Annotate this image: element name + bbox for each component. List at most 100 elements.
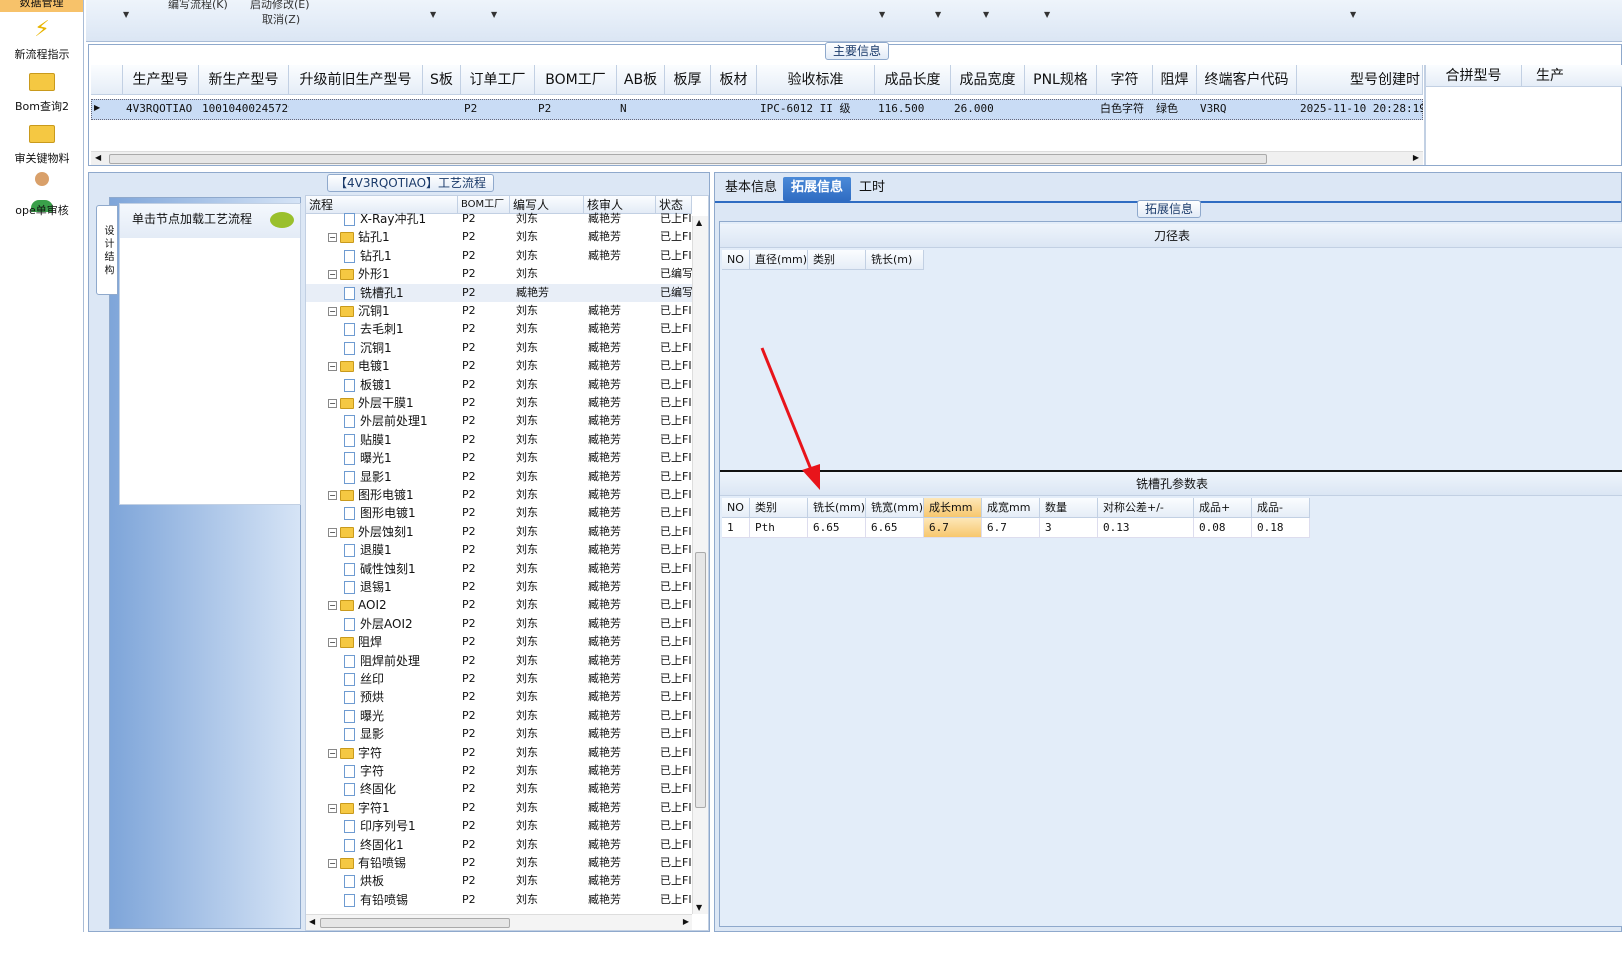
scroll-left-icon[interactable]: ◀ [309,917,315,926]
scroll-thumb[interactable] [695,552,706,808]
col-header[interactable]: 生产 [1522,65,1622,87]
table-cell[interactable]: 0.08 [1194,518,1252,538]
scroll-left-icon[interactable]: ◀ [95,153,101,162]
col-header[interactable]: NO [722,498,750,518]
tab-basic-info[interactable]: 基本信息 [717,177,785,201]
table-cell[interactable]: 6.65 [866,518,924,538]
col-header[interactable]: 型号创建时 [1297,65,1423,95]
vertical-scrollbar[interactable]: ▲ ▼ [692,216,708,914]
col-header[interactable]: 终端客户代码 [1197,65,1297,95]
tree-row[interactable]: 曝光1 P2 刘东 臧艳芳 已上FI [306,449,708,467]
tree-row[interactable]: 沉铜1 P2 刘东 臧艳芳 已上FI [306,339,708,357]
tree-row[interactable]: − 阻焊 P2 刘东 臧艳芳 已上FI [306,633,708,651]
tree-row[interactable]: 烘板 P2 刘东 臧艳芳 已上FI [306,872,708,890]
tree-row[interactable]: 显影1 P2 刘东 臧艳芳 已上FI [306,468,708,486]
col-header[interactable]: 字符 [1097,65,1153,95]
tree-row[interactable]: 外层AOI2 P2 刘东 臧艳芳 已上FI [306,615,708,633]
tree-row[interactable]: − 字符1 P2 刘东 臧艳芳 已上FI [306,799,708,817]
collapse-icon[interactable]: − [328,601,337,611]
horizontal-scrollbar[interactable]: ◀ ▶ [306,914,692,930]
tree-row[interactable]: 预烘 P2 刘东 臧艳芳 已上FI [306,688,708,706]
tab-work-hours[interactable]: 工时 [851,177,893,201]
tree-row[interactable]: − AOI2 P2 刘东 臧艳芳 已上FI [306,596,708,614]
tree-row[interactable]: − 外层干膜1 P2 刘东 臧艳芳 已上FI [306,394,708,412]
col-header[interactable]: 数量 [1040,498,1098,518]
nav-item-key-material[interactable]: 审关键物料 [0,118,84,166]
cancel-button[interactable]: 取消(Z) [262,11,300,27]
collapse-icon[interactable]: − [328,362,337,372]
table-cell[interactable]: 1 [722,518,750,538]
scroll-thumb[interactable] [320,918,510,928]
col-header[interactable]: 铣长(m) [866,250,924,270]
collapse-icon[interactable]: − [328,748,337,758]
chevron-down-icon[interactable]: ▼ [1044,10,1050,19]
table-cell[interactable]: 6.7 [982,518,1040,538]
col-header[interactable]: 铣长(mm) [808,498,866,518]
col-header[interactable]: 生产型号 [123,65,199,95]
tree-row[interactable]: − 图形电镀1 P2 刘东 臧艳芳 已上FI [306,486,708,504]
col-header[interactable]: 验收标准 [757,65,875,95]
col-header[interactable]: 成品- [1252,498,1310,518]
tree-row[interactable]: 去毛刺1 P2 刘东 臧艳芳 已上FI [306,320,708,338]
col-header[interactable]: NO [722,250,750,270]
tree-row[interactable]: − 沉铜1 P2 刘东 臧艳芳 已上FI [306,302,708,320]
col-header[interactable]: 成品+ [1194,498,1252,518]
nav-item-new-flow[interactable]: ⚡ 新流程指示 [0,14,84,62]
write-flow-button[interactable]: 编写流程(K) [168,0,228,12]
scroll-right-icon[interactable]: ▶ [683,917,689,926]
tree-row[interactable]: 有铅喷锡 P2 刘东 臧艳芳 已上FI [306,891,708,909]
collapse-icon[interactable]: − [328,270,337,280]
col-header[interactable]: BOM工厂 [535,65,617,95]
col-header[interactable]: 类别 [750,498,808,518]
collapse-icon[interactable]: − [328,859,337,868]
tree-row[interactable]: 阻焊前处理 P2 刘东 臧艳芳 已上FI [306,652,708,670]
chevron-down-icon[interactable]: ▼ [430,10,436,19]
chevron-down-icon[interactable]: ▼ [879,10,885,19]
tree-row[interactable]: 钻孔1 P2 刘东 臧艳芳 已上FI [306,247,708,265]
col-header[interactable]: 订单工厂 [461,65,535,95]
tree-row[interactable]: 退膜1 P2 刘东 臧艳芳 已上FI [306,541,708,559]
col-header[interactable]: 升级前旧生产型号 [289,65,423,95]
collapse-icon[interactable]: − [328,399,337,408]
tree-row[interactable]: 图形电镀1 P2 刘东 臧艳芳 已上FI [306,504,708,522]
col-header[interactable]: 对称公差+/- [1098,498,1194,518]
col-header[interactable]: AB板 [617,65,665,95]
col-header[interactable]: 成品宽度 [951,65,1025,95]
tree-row[interactable]: − 外形1 P2 刘东 已编写 [306,265,708,283]
scroll-right-icon[interactable]: ▶ [1413,153,1419,162]
col-header[interactable]: 成长mm [924,498,982,518]
col-header[interactable]: 铣宽(mm) [866,498,924,518]
scroll-down-icon[interactable]: ▼ [696,903,702,912]
tree-row[interactable]: 退锡1 P2 刘东 臧艳芳 已上FI [306,578,708,596]
tree-row[interactable]: 碱性蚀刻1 P2 刘东 臧艳芳 已上FI [306,560,708,578]
collapse-icon[interactable]: − [328,233,337,243]
collapse-icon[interactable]: − [328,491,337,500]
tree-row[interactable]: 板镀1 P2 刘东 臧艳芳 已上FI [306,376,708,394]
tree-row[interactable]: 终固化1 P2 刘东 臧艳芳 已上FI [306,836,708,854]
tab-extended-info[interactable]: 拓展信息 [783,177,852,201]
collapse-icon[interactable]: − [328,527,337,537]
tree-row[interactable]: 贴膜1 P2 刘东 臧艳芳 已上FI [306,431,708,449]
tree-row[interactable]: X-Ray冲孔1 P2 刘东 臧艳芳 已上FI [306,210,708,228]
col-header[interactable]: 新生产型号 [199,65,289,95]
tree-row[interactable]: 终固化 P2 刘东 臧艳芳 已上FI [306,780,708,798]
chevron-down-icon[interactable]: ▼ [983,10,989,19]
tree-row[interactable]: 外层前处理1 P2 刘东 臧艳芳 已上FI [306,412,708,430]
col-header[interactable]: 成宽mm [982,498,1040,518]
table-cell[interactable]: 6.7 [924,518,982,538]
tree-row[interactable]: 显影 P2 刘东 臧艳芳 已上FI [306,725,708,743]
col-header[interactable]: S板 [423,65,461,95]
scroll-thumb[interactable] [109,154,1267,164]
collapse-icon[interactable]: − [328,307,337,316]
nav-item-bom-query[interactable]: Bom查询2 [0,66,84,114]
table-cell[interactable]: 0.18 [1252,518,1310,538]
table-cell[interactable]: 6.65 [808,518,866,538]
tree-row[interactable]: − 字符 P2 刘东 臧艳芳 已上FI [306,744,708,762]
table-cell[interactable]: 3 [1040,518,1098,538]
col-header[interactable]: 板厚 [665,65,711,95]
chevron-down-icon[interactable]: ▼ [1350,10,1356,19]
tree-row[interactable]: 曝光 P2 刘东 臧艳芳 已上FI [306,707,708,725]
table-cell[interactable]: Pth [750,518,808,538]
tree-row[interactable]: 铣槽孔1 P2 臧艳芳 已编写 [306,283,708,302]
col-header[interactable]: 直径(mm) [750,250,808,270]
